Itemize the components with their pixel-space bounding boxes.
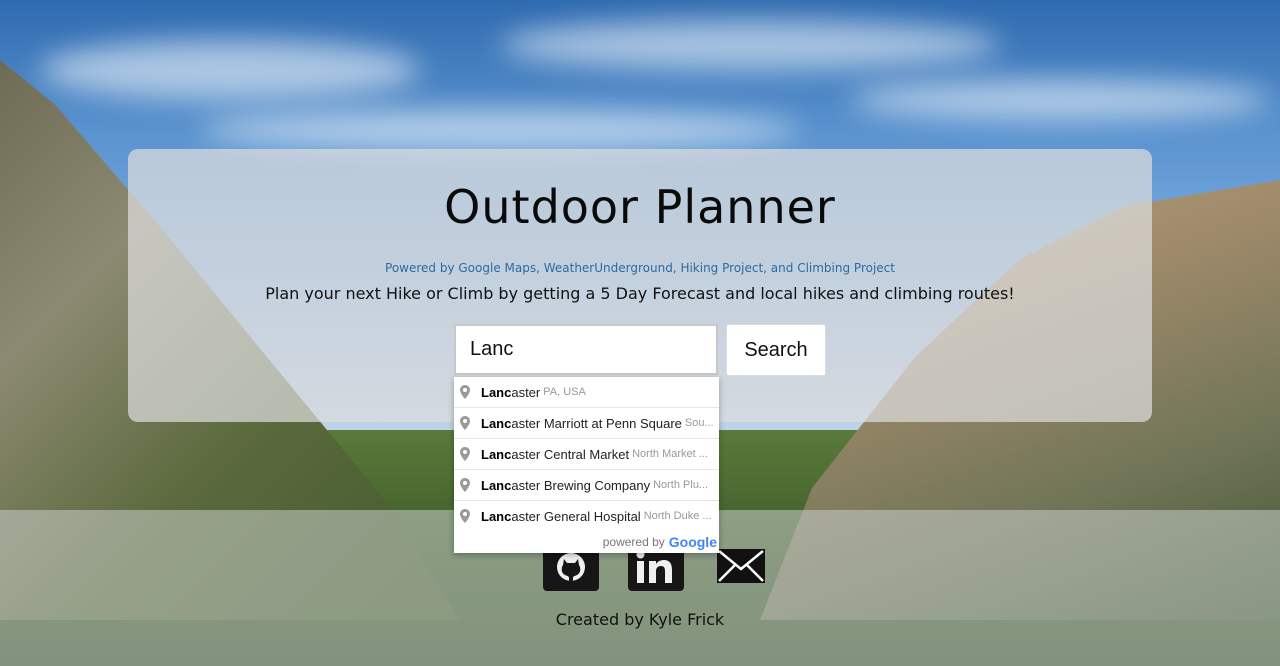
autocomplete-dropdown: Lancaster PA, USA Lancaster Marriott at … xyxy=(454,377,719,553)
autocomplete-item-secondary: North Market ... xyxy=(632,448,708,460)
created-by-credit: Created by Kyle Frick xyxy=(555,610,725,629)
map-pin-icon xyxy=(460,385,470,399)
autocomplete-item-main: Lancaster Central Market xyxy=(481,446,630,462)
mail-icon[interactable] xyxy=(716,543,766,591)
map-pin-icon xyxy=(460,509,470,523)
autocomplete-item-secondary: North Duke ... xyxy=(643,510,712,522)
autocomplete-item[interactable]: Lancaster Marriott at Penn Square Sou... xyxy=(454,407,719,438)
autocomplete-item-secondary: PA, USA xyxy=(543,386,586,398)
autocomplete-item[interactable]: Lancaster Brewing Company North Plu... xyxy=(454,469,719,500)
autocomplete-item-main: Lancaster Marriott at Penn Square xyxy=(481,415,682,431)
page-title: Outdoor Planner xyxy=(444,180,836,234)
autocomplete-item[interactable]: Lancaster General Hospital North Duke ..… xyxy=(454,500,719,531)
autocomplete-item-secondary: Sou... xyxy=(684,417,714,429)
autocomplete-item-main: Lancaster General Hospital xyxy=(481,508,641,524)
location-search-input[interactable] xyxy=(454,324,718,375)
map-pin-icon xyxy=(460,447,470,461)
powered-by-text: Powered by Google Maps, WeatherUndergrou… xyxy=(385,261,895,275)
search-button[interactable]: Search xyxy=(726,324,826,376)
powered-by-google-logo: powered by Google xyxy=(602,534,717,550)
autocomplete-item[interactable]: Lancaster Central Market North Market ..… xyxy=(454,438,719,469)
autocomplete-item-main: Lancaster xyxy=(481,384,541,400)
autocomplete-item-main: Lancaster Brewing Company xyxy=(481,477,651,493)
map-pin-icon xyxy=(460,478,470,492)
autocomplete-item-secondary: North Plu... xyxy=(653,479,709,491)
tagline: Plan your next Hike or Climb by getting … xyxy=(265,284,1015,303)
autocomplete-item[interactable]: Lancaster PA, USA xyxy=(454,377,719,407)
map-pin-icon xyxy=(460,416,470,430)
